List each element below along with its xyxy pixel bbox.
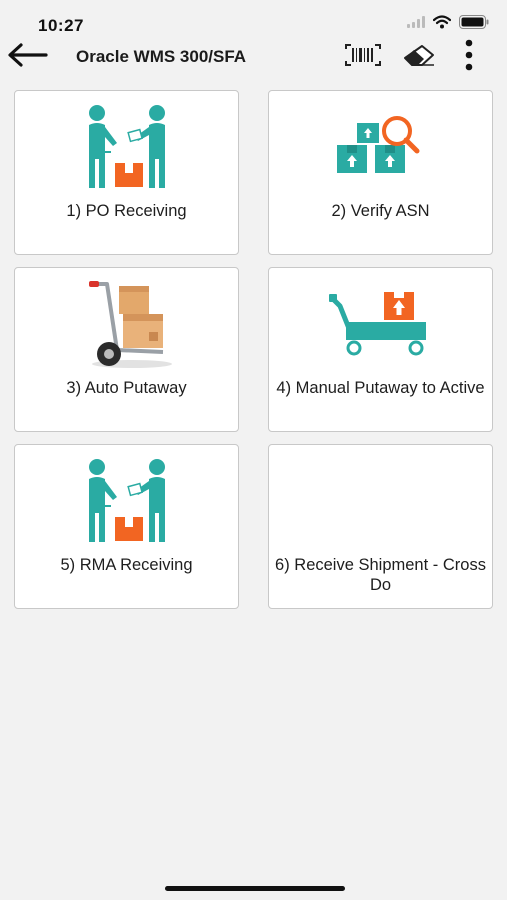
status-icons: [407, 14, 489, 34]
battery-icon: [459, 14, 489, 34]
tile-label: 3) Auto Putaway: [66, 379, 187, 397]
back-button[interactable]: [4, 40, 50, 74]
back-arrow-icon: [6, 42, 48, 72]
tile-auto-putaway[interactable]: 3) Auto Putaway: [14, 267, 239, 432]
tile-verify-asn[interactable]: 2) Verify ASN: [268, 90, 493, 255]
barcode-scan-button[interactable]: [340, 40, 386, 74]
tile-label: 4) Manual Putaway to Active: [276, 379, 485, 397]
receiving-people-icon: [77, 103, 177, 193]
cart-box-icon: [326, 280, 436, 370]
home-indicator: [165, 886, 345, 891]
status-time: 10:27: [38, 16, 84, 35]
wifi-icon: [432, 14, 452, 34]
tile-receive-shipment-cross-do[interactable]: 6) Receive Shipment - Cross Do: [268, 444, 493, 609]
tile-icon-placeholder: [269, 457, 492, 547]
signal-icon: [407, 15, 425, 33]
app-header: Oracle WMS 300/SFA: [0, 39, 507, 78]
verify-boxes-icon: [331, 103, 431, 193]
more-menu-button[interactable]: [452, 39, 486, 76]
page-title: Oracle WMS 300/SFA: [76, 47, 247, 66]
tile-manual-putaway-to-active[interactable]: 4) Manual Putaway to Active: [268, 267, 493, 432]
tile-label: 2) Verify ASN: [331, 202, 430, 220]
tile-rma-receiving[interactable]: 5) RMA Receiving: [14, 444, 239, 609]
status-bar: 10:27: [0, 0, 507, 40]
barcode-scan-icon: [344, 43, 382, 72]
receiving-people-icon: [77, 457, 177, 547]
tile-label: 6) Receive Shipment - Cross Do: [275, 556, 486, 594]
tile-po-receiving[interactable]: 1) PO Receiving: [14, 90, 239, 255]
tile-label: 5) RMA Receiving: [60, 556, 193, 574]
hand-truck-icon: [77, 280, 177, 370]
eraser-icon: [402, 43, 436, 72]
more-vertical-icon: [464, 39, 474, 76]
tile-label: 1) PO Receiving: [66, 202, 187, 220]
eraser-button[interactable]: [396, 40, 442, 74]
